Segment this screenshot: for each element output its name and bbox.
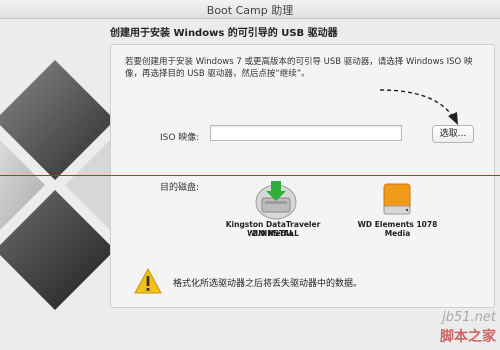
intro-text: 若要创建用于安装 Windows 7 或更高版本的可引导 USB 驱动器，请选择…	[125, 57, 473, 79]
warning-text: 格式化所选驱动器之后将丢失驱动器中的数据。	[173, 279, 363, 289]
iso-path-field[interactable]	[210, 125, 402, 141]
drive-name-wd: WD Elements 1078 Media	[357, 220, 438, 238]
drive-volume-kingston: WININSTALL	[247, 229, 299, 238]
bootcamp-logo	[0, 60, 115, 310]
destination-label: 目的磁盘:	[160, 183, 200, 193]
external-drive-orange-icon[interactable]	[380, 182, 414, 218]
warning-triangle-icon	[134, 268, 162, 294]
title-bar: Boot Camp 助理	[0, 0, 500, 19]
annotation-line	[0, 175, 500, 176]
iso-label: ISO 映像:	[160, 133, 200, 143]
watermark-site: 脚本之家	[440, 329, 496, 345]
choose-button[interactable]: 选取...	[432, 125, 474, 143]
page-heading: 创建用于安装 Windows 的可引导的 USB 驱动器	[110, 28, 338, 39]
dashed-arrow-icon	[379, 89, 458, 125]
watermark-url: jb51.net	[442, 310, 496, 325]
window-title: Boot Camp 助理	[206, 4, 294, 17]
usb-drive-download-icon[interactable]	[253, 180, 299, 220]
content-panel	[110, 44, 495, 308]
